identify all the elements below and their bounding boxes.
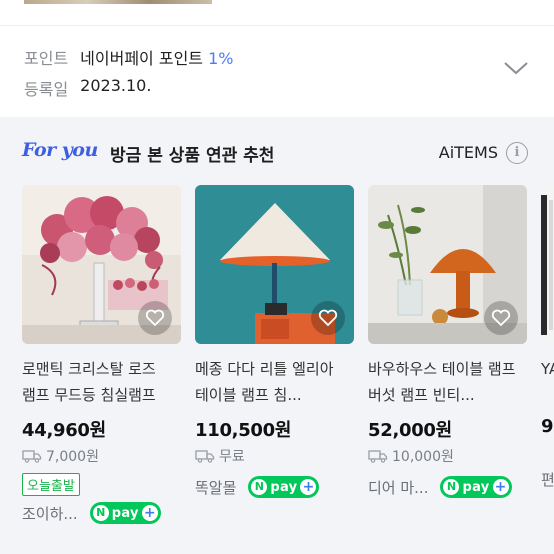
plus-icon: + xyxy=(492,479,509,495)
heart-icon xyxy=(491,309,511,327)
points-label: 포인트 xyxy=(24,49,69,68)
registered-row: 등록일 2023.10. xyxy=(24,76,151,100)
shipping-fee xyxy=(541,441,554,459)
info-icon[interactable]: i xyxy=(506,142,528,164)
recommendation-section: For you 방금 본 상품 연관 추천 AiTEMS i 로맨틱 크리스탈 … xyxy=(0,117,554,554)
product-info-panel[interactable]: 포인트 네이버페이 포인트 1% 등록일 2023.10. xyxy=(0,26,554,117)
shipping-fee: 10,000원 xyxy=(368,446,527,466)
registered-label: 등록일 xyxy=(24,80,69,99)
points-rate: 1% xyxy=(208,49,234,68)
npay-logo: N pay + xyxy=(248,476,320,498)
truck-icon xyxy=(22,450,42,463)
seller-name: 똑알몰 xyxy=(195,478,237,497)
for-you-logo: For you xyxy=(22,139,98,161)
seller-row: 디어 마... N pay + xyxy=(368,476,527,498)
seller-name: 조이하... xyxy=(22,504,78,523)
product-price: 110,500원 xyxy=(195,420,292,441)
product-card[interactable]: 로맨틱 크리스탈 로즈 램프 무드등 침실램프 44,960원 7,000원 오… xyxy=(22,185,181,524)
product-title[interactable]: 메종 다다 리틀 엘리아 테이블 램프 침... xyxy=(195,356,354,408)
section-header: For you 방금 본 상품 연관 추천 AiTEMS i xyxy=(22,139,554,167)
seller-row: 조이하... N pay + xyxy=(22,502,181,524)
npay-logo: N pay + xyxy=(89,502,161,524)
naver-n-icon: N xyxy=(251,479,268,495)
aitems-label: AiTEMS xyxy=(438,143,498,162)
points-value: 네이버페이 포인트 1% xyxy=(80,49,234,68)
product-image[interactable] xyxy=(541,185,554,344)
plus-icon: + xyxy=(141,505,158,521)
product-title[interactable]: 로맨틱 크리스탈 로즈 램프 무드등 침실램프 xyxy=(22,356,181,408)
seller-row: 똑알몰 N pay + xyxy=(195,476,354,498)
product-image[interactable] xyxy=(195,185,354,344)
product-price: 44,960원 xyxy=(22,420,106,441)
product-card[interactable]: 바우하우스 테이블 램프 버섯 램프 빈티... 52,000원 10,000원… xyxy=(368,185,527,498)
product-price: 9 xyxy=(541,416,554,437)
wishlist-heart-button[interactable] xyxy=(311,301,345,335)
seller-name: 디어 마... xyxy=(368,478,429,497)
wishlist-heart-button[interactable] xyxy=(138,301,172,335)
product-image[interactable] xyxy=(22,185,181,344)
today-shipping-badge: 오늘출발 xyxy=(22,473,80,496)
product-title[interactable]: 바우하우스 테이블 램프 버섯 램프 빈티... xyxy=(368,356,527,408)
product-carousel[interactable]: 로맨틱 크리스탈 로즈 램프 무드등 침실램프 44,960원 7,000원 오… xyxy=(22,185,554,545)
seller-row: 편 xyxy=(541,469,554,490)
product-card[interactable]: YA 탈 9 편 xyxy=(541,185,554,490)
section-title: 방금 본 상품 연관 추천 xyxy=(110,146,275,166)
naver-n-icon: N xyxy=(92,505,109,521)
naver-n-icon: N xyxy=(443,479,460,495)
truck-icon xyxy=(195,450,215,463)
chevron-down-icon[interactable] xyxy=(503,60,529,76)
seller-name: 편 xyxy=(541,471,554,489)
shipping-fee: 7,000원 xyxy=(22,446,181,466)
plus-icon: + xyxy=(300,479,317,495)
product-price: 52,000원 xyxy=(368,420,452,441)
shipping-fee: 무료 xyxy=(195,446,354,466)
partial-product-image xyxy=(541,185,554,344)
product-card[interactable]: 메종 다다 리틀 엘리아 테이블 램프 침... 110,500원 무료 똑알몰… xyxy=(195,185,354,498)
previous-image-edge xyxy=(24,0,212,4)
truck-icon xyxy=(368,450,388,463)
heart-icon xyxy=(318,309,338,327)
wishlist-heart-button[interactable] xyxy=(484,301,518,335)
top-strip xyxy=(0,0,554,26)
product-title[interactable]: YA 탈 xyxy=(541,356,554,408)
product-image[interactable] xyxy=(368,185,527,344)
registered-value: 2023.10. xyxy=(80,76,152,95)
points-row: 포인트 네이버페이 포인트 1% xyxy=(24,45,234,69)
npay-logo: N pay + xyxy=(440,476,512,498)
heart-icon xyxy=(145,309,165,327)
